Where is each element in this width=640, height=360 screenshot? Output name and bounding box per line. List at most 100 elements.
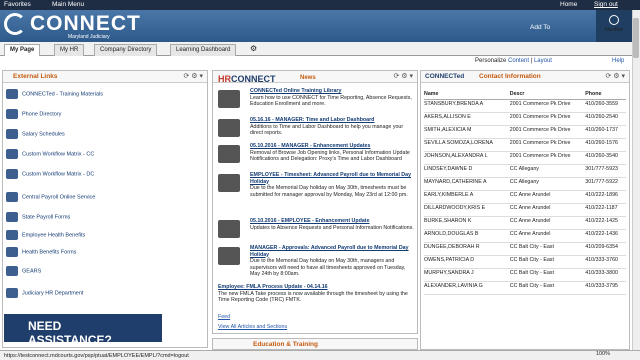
favorites-menu[interactable]: Favorites bbox=[4, 1, 31, 8]
external-link-item[interactable]: GEARS bbox=[6, 266, 41, 276]
external-link-item[interactable]: Central Payroll Online Service bbox=[6, 192, 95, 202]
column-header[interactable]: Descr bbox=[509, 90, 586, 100]
contact-descr: CC Anne Arundel bbox=[509, 229, 586, 243]
column-header[interactable]: Phone bbox=[585, 90, 626, 100]
navbar-button[interactable]: NavBar bbox=[596, 10, 632, 42]
external-link-label: Custom Workflow Matrix - CC bbox=[22, 151, 95, 158]
view-all-articles-link[interactable]: View All Articles and Sections bbox=[218, 324, 287, 331]
tab-my-page[interactable]: My Page bbox=[4, 44, 41, 56]
table-row: ALEXANDER,LAVINIA G CC Balt City - East 41… bbox=[424, 281, 626, 295]
news-item: Employee: FMLA Process Update - 04.14.16… bbox=[218, 284, 414, 304]
tab-my-hr[interactable]: My HR bbox=[54, 44, 85, 56]
pagelet-controls[interactable]: ⟳ ⚙ ▾ bbox=[183, 72, 203, 80]
tab-learning-dashboard[interactable]: Learning Dashboard bbox=[170, 44, 237, 56]
external-link-label: Judiciary HR Department bbox=[22, 290, 84, 297]
contact-descr: CC Balt City - East bbox=[509, 281, 586, 295]
table-row: LINDSEY,DAWNE D CC Allegany 301/777-5923 bbox=[424, 164, 626, 178]
help-link[interactable]: Help bbox=[612, 58, 624, 64]
page-tabs: My Page My HR Company Directory Learning… bbox=[0, 42, 632, 56]
external-link-item[interactable]: Health Benefits Forms bbox=[6, 247, 76, 257]
feed-link[interactable]: Feed bbox=[218, 314, 230, 321]
contact-phone: 410/222-1425 bbox=[585, 216, 626, 230]
contact-descr: 2001 Commerce Pk Drive bbox=[509, 151, 586, 165]
news-item: 05.16.16 - MANAGER: Time and Labor Dashb… bbox=[250, 117, 414, 137]
contact-phone: 410/260-3559 bbox=[585, 99, 626, 113]
gear-icon[interactable]: ⚙ bbox=[250, 44, 257, 53]
contact-descr: CC Allegany bbox=[509, 164, 586, 178]
contact-phone: 410/222-1436 bbox=[585, 229, 626, 243]
external-link-item[interactable]: Salary Schedules bbox=[6, 129, 65, 139]
external-link-item[interactable]: State Payroll Forms bbox=[6, 212, 70, 222]
table-row: BURKE,SHARON K CC Anne Arundel 410/222-142… bbox=[424, 216, 626, 230]
table-row: SMITH,ALEXICIA M 2001 Commerce Pk Drive 41… bbox=[424, 125, 626, 139]
column-header[interactable]: Name bbox=[424, 90, 510, 100]
news-item-body: Learn how to use CONNECT for Time Report… bbox=[250, 94, 412, 108]
contact-phone: 410/333-3800 bbox=[585, 268, 626, 282]
education-pagelet: Education & Training bbox=[212, 338, 418, 350]
header-banner: CONNECT Maryland Judiciary Add To bbox=[0, 10, 632, 42]
contact-name: ARNOLD,DOUGLAS B bbox=[424, 229, 510, 243]
link-icon bbox=[6, 247, 18, 257]
news-item-title[interactable]: MANAGER - Approvals: Advanced Payroll du… bbox=[250, 245, 414, 258]
news-thumbnail-icon bbox=[218, 90, 240, 108]
external-link-label: GEARS bbox=[22, 268, 42, 275]
table-row: DUNGEE,DEBORAH R CC Balt City - East 410/2… bbox=[424, 242, 626, 256]
personalize-links: Personalize Content | Layout bbox=[475, 58, 552, 64]
table-row: ARNOLD,DOUGLAS B CC Anne Arundel 410/222-1… bbox=[424, 229, 626, 243]
app-logo: CONNECT bbox=[30, 12, 141, 35]
contact-name: MAYNARD,CATHERINE A bbox=[424, 177, 510, 191]
contact-name: AKERS,ALLISON E bbox=[424, 112, 510, 126]
link-icon bbox=[6, 89, 18, 99]
table-row: MURPHY,SANDRA J CC Balt City - East 410/33… bbox=[424, 268, 626, 282]
news-title: News bbox=[300, 75, 316, 81]
status-bar: https://testconnect.mdcourts.gov/psp/ptu… bbox=[0, 350, 640, 360]
external-link-label: Central Payroll Online Service bbox=[22, 194, 96, 201]
add-to-menu[interactable]: Add To bbox=[530, 24, 550, 31]
pagelet-controls[interactable]: ⟳ ⚙ ▾ bbox=[393, 72, 413, 80]
contact-name: OWENS,PATRICIA D bbox=[424, 255, 510, 269]
news-item-title[interactable]: EMPLOYEE - Timesheet: Advanced Payroll d… bbox=[250, 172, 414, 185]
external-link-item[interactable]: Judiciary HR Department bbox=[6, 288, 83, 298]
contact-phone: 301/777-5922 bbox=[585, 177, 626, 191]
contact-name: DILLARDWOODY,KRIS E bbox=[424, 203, 510, 217]
external-link-label: Phone Directory bbox=[22, 111, 62, 118]
scroll-thumb[interactable] bbox=[633, 18, 639, 58]
news-item: 05.10.2016 - EMPLOYEE - Enhancement Upda… bbox=[250, 218, 414, 231]
external-link-item[interactable]: Custom Workflow Matrix - CC bbox=[6, 149, 94, 159]
external-link-item[interactable]: Custom Workflow Matrix - DC bbox=[6, 169, 94, 179]
page-scrollbar[interactable] bbox=[632, 10, 640, 350]
table-row: SEVILLA SOMOZA,LORENA 2001 Commerce Pk Dr… bbox=[424, 138, 626, 152]
contact-logo: CONNECTed bbox=[425, 73, 465, 80]
navbar-label: NavBar bbox=[604, 27, 624, 33]
table-row: DILLARDWOODY,KRIS E CC Anne Arundel 410/22… bbox=[424, 203, 626, 217]
contact-name: ALEXANDER,LAVINIA G bbox=[424, 281, 510, 295]
main-menu[interactable]: Main Menu bbox=[52, 1, 84, 8]
contact-phone: 301/777-5923 bbox=[585, 164, 626, 178]
news-thumbnail-icon bbox=[218, 220, 240, 238]
contact-descr: 2001 Commerce Pk Drive bbox=[509, 125, 586, 139]
external-link-item[interactable]: Employee Health Benefits bbox=[6, 230, 85, 240]
personalize-content-link[interactable]: Content bbox=[508, 58, 529, 64]
link-icon bbox=[6, 192, 18, 202]
pagelet-controls[interactable]: ⟳ ⚙ ▾ bbox=[605, 72, 625, 80]
contact-name: BURKE,SHARON K bbox=[424, 216, 510, 230]
status-url: https://testconnect.mdcourts.gov/psp/ptu… bbox=[4, 353, 189, 359]
contact-phone: 410/260-2540 bbox=[585, 112, 626, 126]
personalize-label: Personalize bbox=[475, 58, 507, 64]
external-link-label: Health Benefits Forms bbox=[22, 249, 77, 256]
tab-company-directory[interactable]: Company Directory bbox=[94, 44, 158, 56]
news-thumbnail-icon bbox=[218, 119, 240, 137]
zoom-level[interactable]: 100% bbox=[596, 351, 610, 357]
sign-out-link[interactable]: Sign out bbox=[594, 1, 618, 8]
news-item: 05.10.2016 - MANAGER - Enhancement Updat… bbox=[250, 143, 414, 163]
contact-name: SMITH,ALEXICIA M bbox=[424, 125, 510, 139]
link-icon bbox=[6, 288, 18, 298]
home-link[interactable]: Home bbox=[560, 1, 577, 8]
external-link-item[interactable]: CONNECTed - Training Materials bbox=[6, 89, 103, 99]
external-link-item[interactable]: Phone Directory bbox=[6, 109, 61, 119]
need-assistance-banner[interactable]: NEED ASSISTANCE? bbox=[4, 314, 162, 347]
contact-name: EARLY,KIMBERLE A bbox=[424, 190, 510, 204]
personalize-layout-link[interactable]: Layout bbox=[534, 58, 552, 64]
contact-descr: CC Balt City - East bbox=[509, 255, 586, 269]
link-icon bbox=[6, 149, 18, 159]
